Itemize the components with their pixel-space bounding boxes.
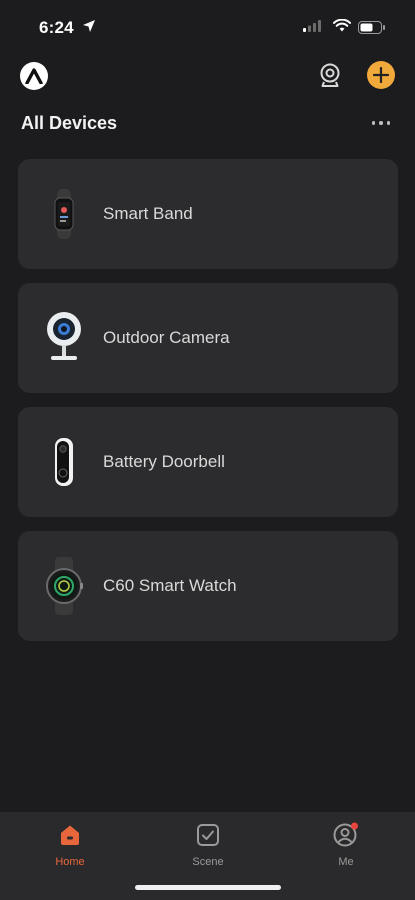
tab-scene[interactable]: Scene bbox=[168, 822, 248, 868]
device-name: Battery Doorbell bbox=[103, 452, 225, 471]
tab-label: Home bbox=[55, 856, 85, 868]
status-time: 6:24 bbox=[39, 18, 74, 37]
outdoor-camera-icon bbox=[40, 303, 88, 373]
battery-icon bbox=[358, 21, 385, 34]
tab-me[interactable]: Me bbox=[306, 822, 386, 868]
tab-home[interactable]: Home bbox=[30, 822, 110, 868]
tab-label: Scene bbox=[192, 856, 224, 868]
more-button[interactable] bbox=[366, 113, 396, 133]
device-card-smart-band[interactable]: Smart Band bbox=[18, 159, 398, 269]
more-icon bbox=[371, 121, 376, 125]
smart-watch-icon bbox=[40, 551, 88, 621]
section-title: All Devices bbox=[21, 113, 118, 133]
device-card-battery-doorbell[interactable]: Battery Doorbell bbox=[18, 407, 398, 517]
location-arrow-icon bbox=[83, 20, 95, 32]
home-icon bbox=[61, 825, 79, 845]
home-indicator bbox=[135, 885, 281, 890]
tab-label: Me bbox=[338, 856, 354, 868]
wifi-icon bbox=[333, 19, 351, 32]
more-icon-dot bbox=[379, 121, 383, 125]
device-name: Smart Band bbox=[103, 204, 193, 223]
more-icon-dot bbox=[386, 121, 391, 125]
smart-band-icon bbox=[40, 179, 88, 249]
device-card-c60-smart-watch[interactable]: C60 Smart Watch bbox=[18, 531, 398, 641]
camera-icon[interactable] bbox=[317, 62, 343, 88]
add-icon bbox=[373, 67, 389, 83]
add-button[interactable] bbox=[367, 61, 395, 89]
battery-doorbell-icon bbox=[40, 427, 88, 497]
app-logo-icon[interactable] bbox=[20, 62, 48, 90]
device-name: Outdoor Camera bbox=[103, 328, 230, 347]
device-name: C60 Smart Watch bbox=[103, 576, 237, 595]
device-card-outdoor-camera[interactable]: Outdoor Camera bbox=[18, 283, 398, 393]
signal-icon bbox=[303, 20, 321, 32]
profile-icon bbox=[333, 822, 358, 847]
scene-icon bbox=[197, 824, 219, 846]
status-bar: 6:24 bbox=[0, 0, 415, 52]
